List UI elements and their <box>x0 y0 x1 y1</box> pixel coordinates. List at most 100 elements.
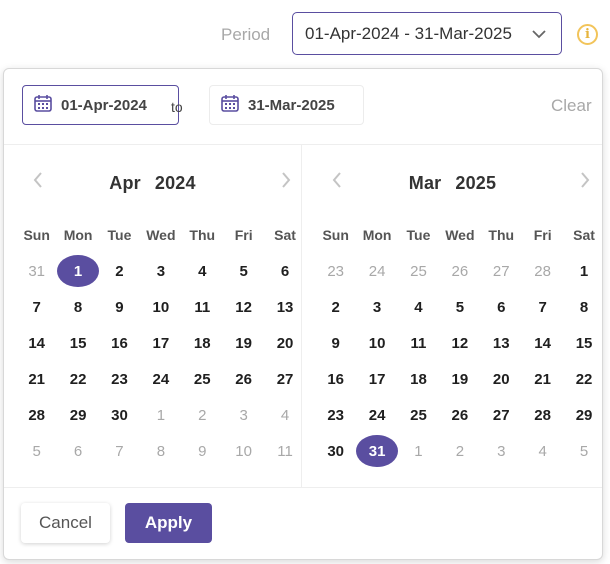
day-number: 18 <box>410 370 427 388</box>
calendar-day[interactable]: 8 <box>563 289 604 325</box>
calendar-day[interactable]: 13 <box>481 325 522 361</box>
outside-month-day[interactable]: 9 <box>182 433 223 469</box>
outside-month-day[interactable]: 28 <box>522 253 563 289</box>
calendar-day[interactable]: 20 <box>481 361 522 397</box>
start-date-field[interactable]: 01-Apr-2024 <box>22 85 179 125</box>
calendar-day[interactable]: 27 <box>481 397 522 433</box>
calendar-day[interactable]: 23 <box>315 397 356 433</box>
info-icon[interactable]: i <box>577 24 598 45</box>
calendar-week: 30 31 1 2 3 4 5 <box>315 433 605 469</box>
selected-day[interactable]: 1 <box>57 253 99 289</box>
outside-month-day[interactable]: 10 <box>223 433 264 469</box>
chevron-right-icon[interactable] <box>280 171 292 192</box>
outside-month-day[interactable]: 4 <box>522 433 563 469</box>
calendar-day[interactable]: 25 <box>398 397 439 433</box>
calendar-day[interactable]: 28 <box>522 397 563 433</box>
calendar-day[interactable]: 10 <box>356 325 397 361</box>
calendar-day[interactable]: 11 <box>398 325 439 361</box>
calendar-day[interactable]: 10 <box>140 289 181 325</box>
calendar-day[interactable]: 13 <box>264 289 305 325</box>
calendar-day[interactable]: 19 <box>223 325 264 361</box>
outside-month-day[interactable]: 5 <box>16 433 57 469</box>
calendar-day[interactable]: 3 <box>140 253 181 289</box>
calendar-day[interactable]: 12 <box>223 289 264 325</box>
calendar-day[interactable]: 20 <box>264 325 305 361</box>
calendar-day[interactable]: 14 <box>522 325 563 361</box>
calendar-day[interactable]: 29 <box>57 397 98 433</box>
calendar-day[interactable]: 19 <box>439 361 480 397</box>
calendar-day[interactable]: 25 <box>182 361 223 397</box>
outside-month-day[interactable]: 11 <box>264 433 305 469</box>
outside-month-day[interactable]: 6 <box>57 433 98 469</box>
calendar-day[interactable]: 24 <box>356 397 397 433</box>
clear-button[interactable]: Clear <box>551 96 592 116</box>
calendar-day[interactable]: 30 <box>315 433 356 469</box>
outside-month-day[interactable]: 3 <box>481 433 522 469</box>
outside-month-day[interactable]: 2 <box>439 433 480 469</box>
calendar-day[interactable]: 16 <box>99 325 140 361</box>
calendar-day[interactable]: 17 <box>140 325 181 361</box>
calendar-day[interactable]: 26 <box>439 397 480 433</box>
calendar-day[interactable]: 5 <box>223 253 264 289</box>
calendar-day[interactable]: 6 <box>481 289 522 325</box>
calendar-day[interactable]: 21 <box>522 361 563 397</box>
outside-month-day[interactable]: 24 <box>356 253 397 289</box>
apply-button[interactable]: Apply <box>125 503 212 543</box>
cancel-button[interactable]: Cancel <box>21 503 110 543</box>
day-number: 11 <box>410 334 427 352</box>
calendar-day[interactable]: 14 <box>16 325 57 361</box>
calendar-day[interactable]: 4 <box>182 253 223 289</box>
calendar-day[interactable]: 2 <box>315 289 356 325</box>
weekday-label: Tue <box>107 227 132 243</box>
day-number: 1 <box>57 255 99 287</box>
day-number: 14 <box>28 334 46 352</box>
outside-month-day[interactable]: 26 <box>439 253 480 289</box>
calendar-day[interactable]: 21 <box>16 361 57 397</box>
outside-month-day[interactable]: 25 <box>398 253 439 289</box>
calendar-day[interactable]: 11 <box>182 289 223 325</box>
calendar-day[interactable]: 1 <box>563 253 604 289</box>
outside-month-day[interactable]: 5 <box>563 433 604 469</box>
calendar-day[interactable]: 16 <box>315 361 356 397</box>
calendar-day[interactable]: 9 <box>99 289 140 325</box>
outside-month-day[interactable]: 1 <box>398 433 439 469</box>
calendar-day[interactable]: 12 <box>439 325 480 361</box>
calendar-day[interactable]: 3 <box>356 289 397 325</box>
calendar-day[interactable]: 9 <box>315 325 356 361</box>
calendar-day[interactable]: 18 <box>398 361 439 397</box>
calendar-day[interactable]: 22 <box>57 361 98 397</box>
calendar-day[interactable]: 24 <box>140 361 181 397</box>
outside-month-day[interactable]: 4 <box>264 397 305 433</box>
calendar-day[interactable]: 6 <box>264 253 305 289</box>
calendar-day[interactable]: 5 <box>439 289 480 325</box>
calendar-day[interactable]: 23 <box>99 361 140 397</box>
calendar-day[interactable]: 30 <box>99 397 140 433</box>
calendar-day[interactable]: 7 <box>522 289 563 325</box>
end-date-field[interactable]: 31-Mar-2025 <box>209 85 364 125</box>
calendar-day[interactable]: 29 <box>563 397 604 433</box>
outside-month-day[interactable]: 7 <box>99 433 140 469</box>
calendar-day[interactable]: 27 <box>264 361 305 397</box>
calendar-day[interactable]: 4 <box>398 289 439 325</box>
calendar-day[interactable]: 15 <box>57 325 98 361</box>
day-number: 2 <box>115 262 124 280</box>
outside-month-day[interactable]: 27 <box>481 253 522 289</box>
chevron-right-icon[interactable] <box>579 171 591 192</box>
calendar-day[interactable]: 28 <box>16 397 57 433</box>
outside-month-day[interactable]: 8 <box>140 433 181 469</box>
calendar-day[interactable]: 2 <box>99 253 140 289</box>
calendar-day[interactable]: 17 <box>356 361 397 397</box>
selected-day[interactable]: 31 <box>356 433 398 469</box>
calendar-day[interactable]: 15 <box>563 325 604 361</box>
outside-month-day[interactable]: 3 <box>223 397 264 433</box>
calendar-day[interactable]: 7 <box>16 289 57 325</box>
calendar-day[interactable]: 18 <box>182 325 223 361</box>
outside-month-day[interactable]: 2 <box>182 397 223 433</box>
outside-month-day[interactable]: 23 <box>315 253 356 289</box>
calendar-day[interactable]: 26 <box>223 361 264 397</box>
outside-month-day[interactable]: 1 <box>140 397 181 433</box>
calendar-day[interactable]: 22 <box>563 361 604 397</box>
calendar-day[interactable]: 8 <box>57 289 98 325</box>
outside-month-day[interactable]: 31 <box>16 253 57 289</box>
period-select[interactable]: 01-Apr-2024 - 31-Mar-2025 <box>292 12 562 55</box>
